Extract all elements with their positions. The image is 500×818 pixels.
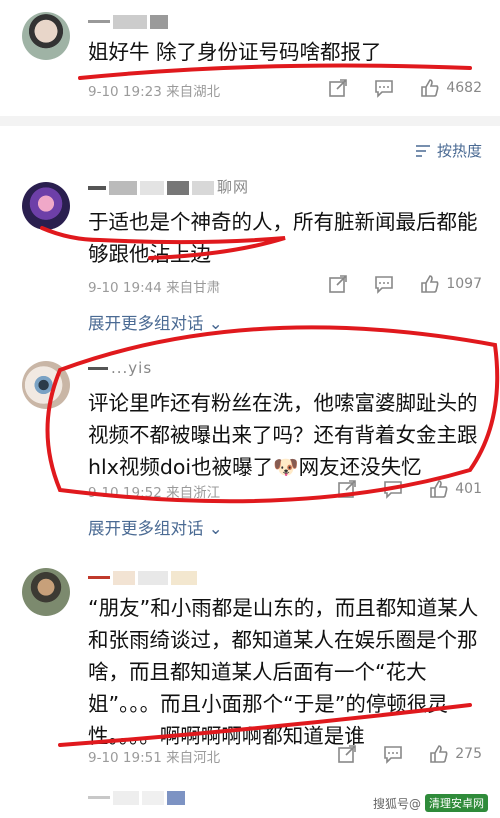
sort-hot-button[interactable]: 按热度: [415, 140, 482, 161]
like-button[interactable]: 275: [429, 744, 482, 764]
comment-3: ...yis 评论里咋还有粉丝在洗，他嗦富婆脚趾头的视频不都被曝出来了吗？还有背…: [0, 355, 500, 550]
comment-text: 评论里咋还有粉丝在洗，他嗦富婆脚趾头的视频不都被曝出来了吗？还有背着女金主跟hl…: [88, 391, 478, 479]
comment-actions: 1097: [302, 274, 482, 294]
comment-meta: 9-10 19:52 来自浙江: [88, 485, 221, 501]
chevron-down-icon: ⌄: [208, 314, 223, 333]
share-button[interactable]: [328, 78, 348, 98]
username-blurred[interactable]: [88, 12, 171, 30]
avatar[interactable]: [22, 182, 70, 230]
comment-icon: [375, 80, 394, 98]
watermark: 搜狐号@ 清理安卓网: [373, 794, 488, 812]
reply-button[interactable]: [374, 274, 394, 294]
share-button[interactable]: [337, 479, 357, 499]
comment-text: 于适也是个神奇的人，所有脏新闻最后都能够跟他沾上边: [88, 210, 478, 266]
thumbs-up-icon: [430, 745, 448, 763]
next-username-blurred: [88, 788, 188, 806]
username-suffix: ...yis: [111, 359, 153, 377]
watermark-badge: 清理安卓网: [425, 794, 488, 812]
share-icon: [338, 480, 357, 498]
avatar[interactable]: [22, 568, 70, 616]
thumbs-up-icon: [421, 79, 439, 97]
comment-text: 姐好牛 除了身份证号码啥都报了: [88, 40, 382, 64]
comment-4: “朋友”和小雨都是山东的，而且都知道某人和张雨绮谈过，都知道某人在娱乐圈是个那啥…: [0, 560, 500, 818]
username-blurred[interactable]: 聊网: [88, 176, 249, 197]
share-icon: [329, 275, 348, 293]
comment-icon: [384, 746, 403, 764]
comment-icon: [375, 276, 394, 294]
thumbs-up-icon: [421, 275, 439, 293]
reply-button[interactable]: [383, 744, 403, 764]
share-icon: [329, 79, 348, 97]
section-divider: [0, 116, 500, 126]
reply-button[interactable]: [383, 479, 403, 499]
sort-label: 按热度: [436, 142, 482, 160]
comment-meta: 9-10 19:51 来自河北: [88, 750, 221, 766]
share-icon: [338, 745, 357, 763]
comment-meta: 9-10 19:23 来自湖北: [88, 84, 221, 100]
chevron-down-icon: ⌄: [208, 519, 223, 538]
avatar[interactable]: [22, 12, 70, 60]
like-button[interactable]: 401: [429, 479, 482, 499]
expand-label: 展开更多组对话: [88, 519, 204, 538]
like-button[interactable]: 4682: [420, 78, 482, 98]
comment-text: “朋友”和小雨都是山东的，而且都知道某人和张雨绮谈过，都知道某人在娱乐圈是个那啥…: [88, 596, 479, 748]
username-suffix: 聊网: [217, 178, 250, 196]
expand-replies-link[interactable]: 展开更多组对话 ⌄: [88, 515, 223, 539]
share-button[interactable]: [328, 274, 348, 294]
like-count: 1097: [446, 276, 482, 292]
share-button[interactable]: [337, 744, 357, 764]
username-blurred[interactable]: ...yis: [88, 359, 152, 377]
expand-replies-link[interactable]: 展开更多组对话 ⌄: [88, 310, 223, 334]
like-count: 275: [455, 746, 482, 762]
like-button[interactable]: 1097: [420, 274, 482, 294]
reply-button[interactable]: [374, 78, 394, 98]
comment-2: 聊网 于适也是个神奇的人，所有脏新闻最后都能够跟他沾上边 9-10 19:44 …: [0, 170, 500, 345]
username-blurred[interactable]: [88, 568, 200, 586]
comment-meta: 9-10 19:44 来自甘肃: [88, 280, 221, 296]
like-count: 4682: [446, 80, 482, 96]
comment-actions: 401: [311, 479, 482, 499]
avatar[interactable]: [22, 361, 70, 409]
thumbs-up-icon: [430, 480, 448, 498]
comment-actions: 275: [311, 744, 482, 764]
comment-1: 姐好牛 除了身份证号码啥都报了 9-10 19:23 来自湖北 4682: [0, 0, 500, 110]
expand-label: 展开更多组对话: [88, 314, 204, 333]
like-count: 401: [455, 481, 482, 497]
comment-actions: 4682: [302, 78, 482, 98]
watermark-text: 搜狐号@: [372, 796, 421, 811]
sort-icon: [415, 144, 430, 157]
comment-icon: [384, 481, 403, 499]
